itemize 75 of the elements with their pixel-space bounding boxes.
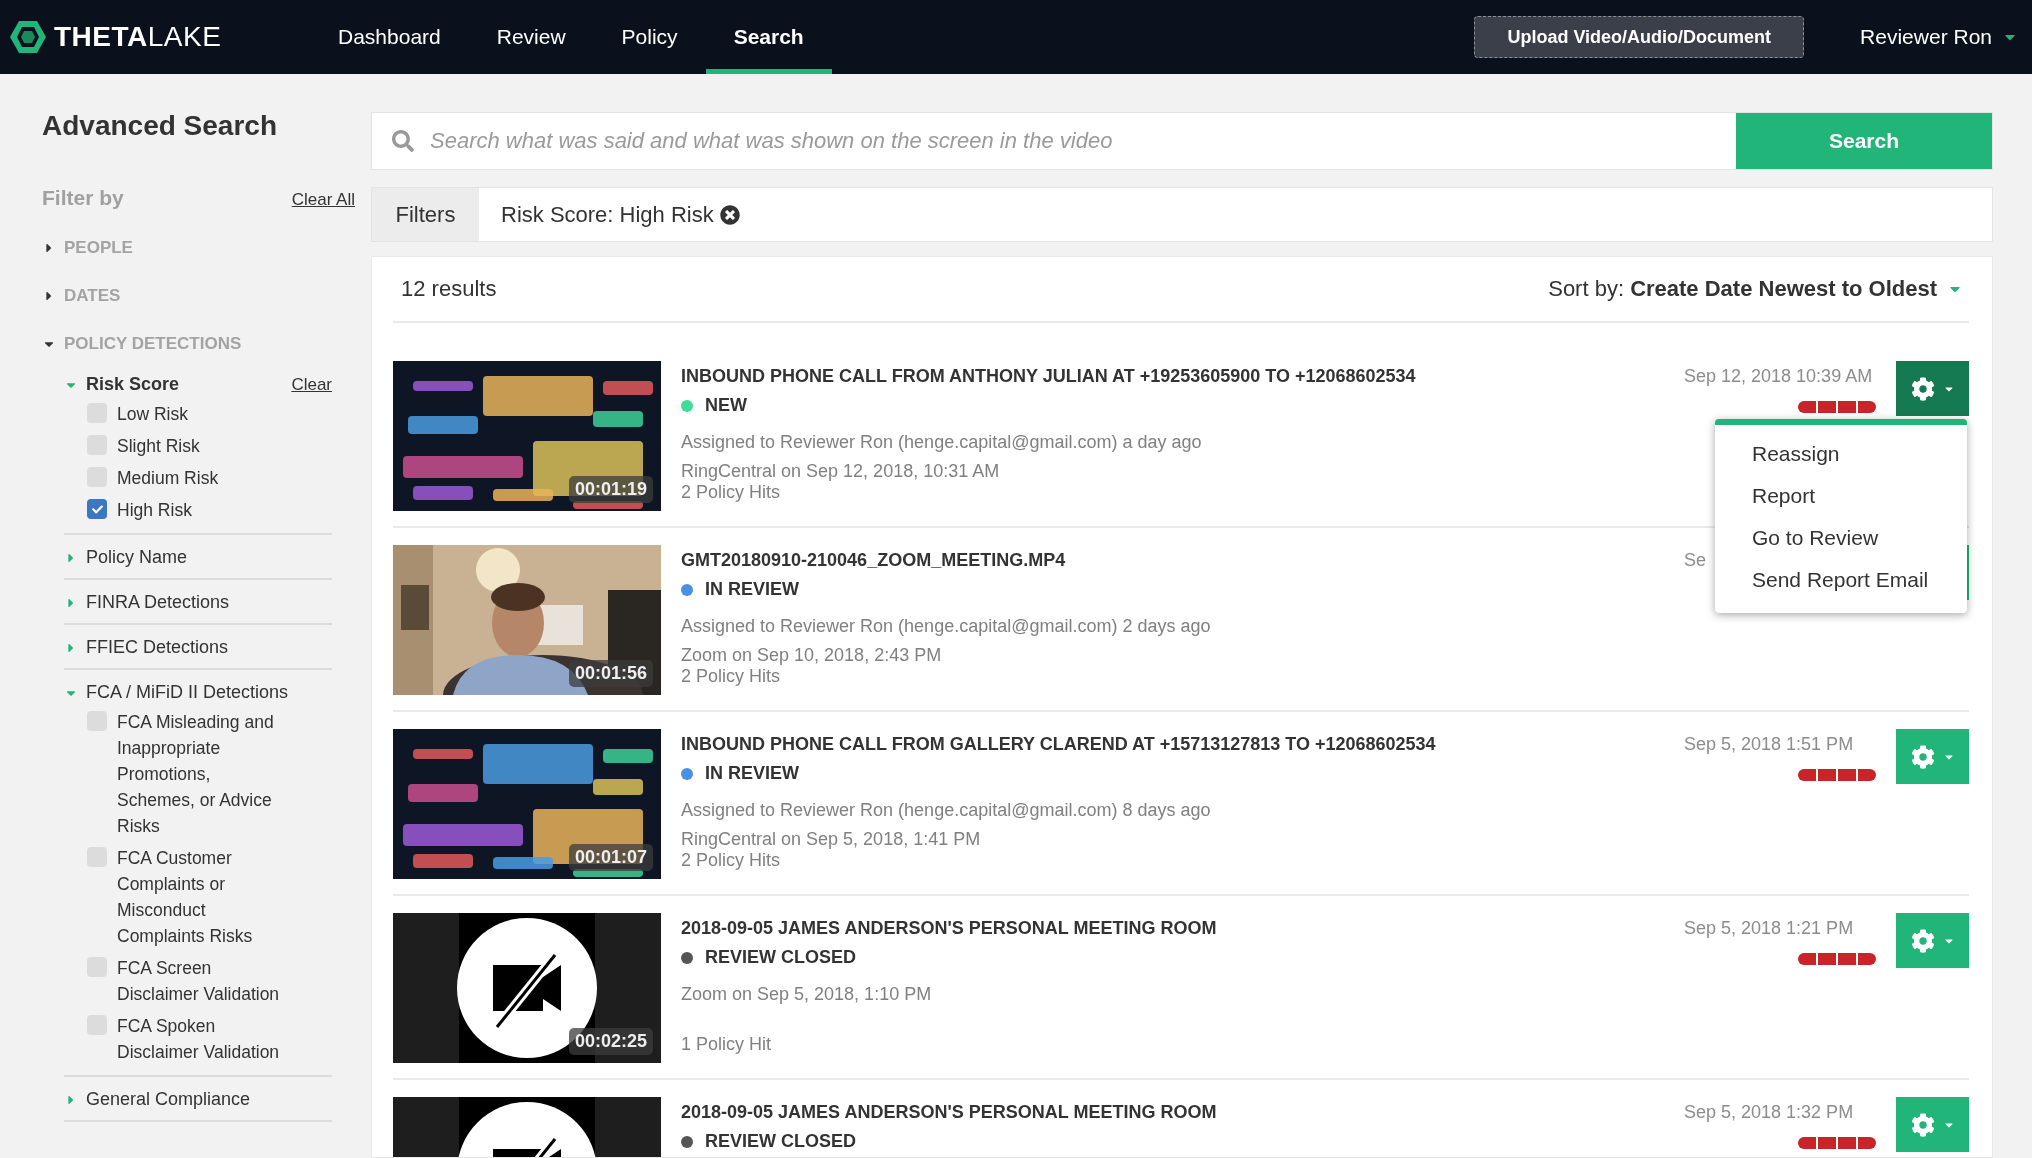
logo-text: THETALAKE [54,21,222,53]
recording-date: Sep 5, 2018 1:32 PM [1684,1102,1855,1123]
policy-hits: 1 Policy Hit [681,1034,773,1056]
checkbox-label: FCA Customer Complaints or Misconduct Complaints Risks [117,847,254,948]
recording-date: Sep 12, 2018 10:39 AM [1684,366,1874,387]
checkbox[interactable] [87,499,107,519]
recording-date: Sep 5, 2018 1:21 PM [1684,918,1855,939]
actions-button[interactable] [1896,1097,1969,1152]
recording-meta: Zoom on Sep 10, 2018, 2:43 PM [681,645,943,666]
sort-dropdown[interactable]: Sort by: Create Date Newest to Oldest [1548,276,1969,302]
checkbox-label: FCA Misleading and Inappropriate Promotions, Schemes, or Advice Risks [117,711,275,838]
check-icon [91,503,103,515]
clear-link[interactable]: Clear [291,374,332,395]
nav-tab[interactable]: Review [468,0,594,74]
nav-tab[interactable]: Dashboard [310,0,469,74]
policy-hits: 2 Policy Hits [681,482,782,504]
settings-icon [1910,928,1935,953]
filter-group[interactable]: FCA / MiFiD II Detections [64,682,289,703]
filter-group[interactable]: FFIEC Detections [64,637,229,658]
checkbox-label: Low Risk [117,403,188,426]
recording-date: Se [1684,550,1708,571]
status-label: IN REVIEW [705,579,799,600]
checkbox-label: Medium Risk [117,467,219,490]
hexagon-logo-icon [10,19,46,55]
recording-title[interactable]: INBOUND PHONE CALL FROM ANTHONY JULIAN AT +19253605900 TO +12068602534 [681,366,1596,387]
recording-meta: RingCentral on Sep 12, 2018, 10:31 AM [681,461,1001,482]
status-label: REVIEW CLOSED [705,1131,856,1152]
filter-group[interactable]: Risk Score [64,374,180,395]
settings-icon [1910,744,1935,769]
checkbox-label: FCA Screen Disclaimer Validation [117,957,281,1006]
filter-group[interactable]: Policy Name [64,547,188,568]
menu-item[interactable]: Reassign [1715,433,1967,475]
actions-button[interactable] [1896,913,1969,968]
nav-tab[interactable]: Policy [593,0,706,74]
filter-group[interactable]: General Compliance [64,1089,251,1110]
filter-chip-text: Risk Score: High Risk [501,201,714,228]
menu-item[interactable]: Go to Review [1715,517,1967,559]
filter-group[interactable]: FINRA Detections [64,592,230,613]
recording-meta: Assigned to Reviewer Ron (henge.capital@gmail.com) 8 days ago [681,800,1212,821]
checkbox-label: High Risk [117,499,192,522]
recording-title[interactable]: 2018-09-05 JAMES ANDERSON'S PERSONAL MEETING ROOM [681,1102,1596,1123]
recording-title[interactable]: GMT20180910-210046_ZOOM_MEETING.MP4 [681,550,1596,571]
actions-button[interactable] [1896,729,1969,784]
policy-hits: 2 Policy Hits [681,666,782,688]
status-label: REVIEW CLOSED [705,947,856,968]
user-menu[interactable]: Reviewer Ron [1854,24,2024,50]
recording-meta: RingCentral on Sep 5, 2018, 1:41 PM [681,829,982,850]
checkbox-label: FCA Spoken Disclaimer Validation [117,1015,281,1064]
results-count: 12 results [401,276,497,302]
duration-badge: 00:02:25 [568,1028,653,1055]
recording-meta: Zoom on Sep 5, 2018, 1:10 PM [681,984,933,1005]
filter-label: Filter by [42,186,124,210]
recording-meta: Assigned to Reviewer Ron (henge.capital@gmail.com) a day ago [681,432,1203,453]
recording-title[interactable]: 2018-09-05 JAMES ANDERSON'S PERSONAL MEETING ROOM [681,918,1596,939]
policy-hits: 2 Policy Hits [681,850,782,872]
duration-badge: 00:01:56 [568,660,653,687]
recording-meta: Assigned to Reviewer Ron (henge.capital@gmail.com) 2 days ago [681,616,1212,637]
status-label: IN REVIEW [705,763,799,784]
actions-button[interactable] [1896,361,1969,416]
recording-date: Sep 5, 2018 1:51 PM [1684,734,1855,755]
remove-filter-icon [719,204,740,225]
checkbox-label: Slight Risk [117,435,200,458]
filters-label: Filters [372,188,479,241]
menu-item[interactable]: Send Report Email [1715,559,1967,601]
upload-button[interactable]: Upload Video/Audio/Document [1474,16,1805,58]
recording-title[interactable]: INBOUND PHONE CALL FROM GALLERY CLAREND AT +15713127813 TO +12068602534 [681,734,1596,755]
clear-all-link[interactable]: Clear All [291,190,355,210]
duration-badge: 00:01:19 [568,476,653,503]
menu-item[interactable]: Report [1715,475,1967,517]
nav-tab[interactable]: Search [705,0,832,74]
status-label: NEW [705,395,747,416]
settings-icon [1910,376,1935,401]
duration-badge: 00:01:07 [568,844,653,871]
sidebar-title: Advanced Search [42,109,278,142]
settings-icon [1910,1112,1935,1137]
